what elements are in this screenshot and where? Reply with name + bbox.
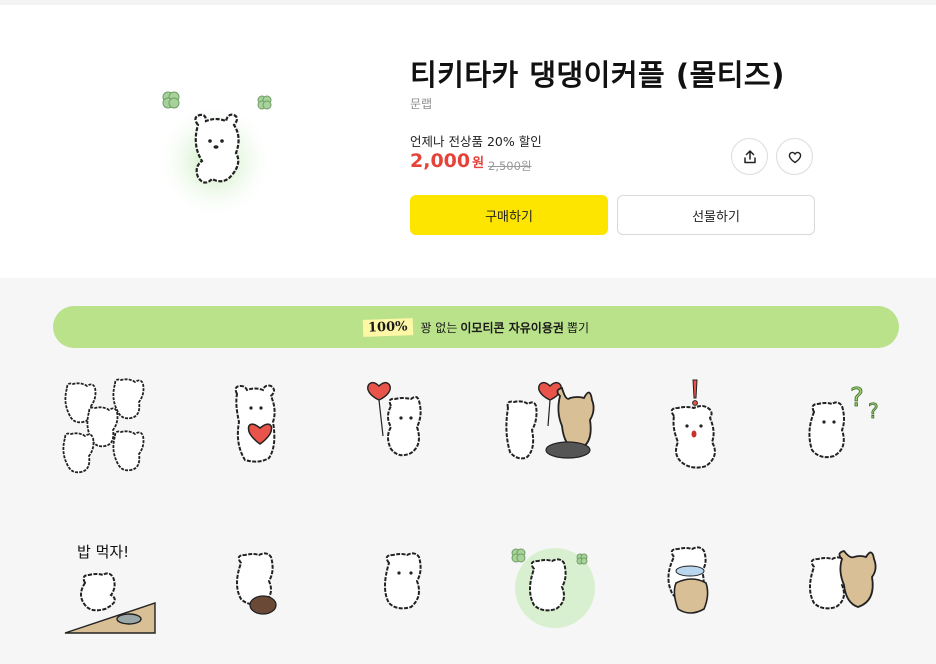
- sale-price-value: 2,000: [410, 150, 471, 172]
- emoticon-item[interactable]: [500, 533, 610, 643]
- dog-balloon-icon: [367, 382, 422, 457]
- product-header: 티키타카 댕댕이커플 (몰티즈) 문랩 언제나 전상품 20% 할인 2,000…: [0, 5, 936, 278]
- dog-shy-icon: [384, 552, 422, 610]
- dog-eating-icon: [236, 552, 277, 615]
- promo-text: 언제나 전상품 20% 할인: [410, 134, 542, 149]
- dog-hug-icon: [667, 546, 709, 614]
- emoticon-item[interactable]: 밥 먹자!: [55, 533, 165, 643]
- dog-surprised-icon: [670, 379, 716, 469]
- share-button[interactable]: [731, 138, 768, 175]
- dog-cuddle-icon: [809, 549, 877, 610]
- dog-clover-icon: [511, 548, 595, 628]
- product-title: 티키타카 댕댕이커플 (몰티즈): [410, 58, 785, 92]
- banner-text-pre: 꽝 없는: [420, 320, 458, 335]
- product-thumbnail: [150, 85, 280, 215]
- banner-text-bold: 이모티콘 자유이용권: [460, 320, 564, 335]
- sale-price: 2,000 원: [410, 150, 484, 172]
- emoticon-item[interactable]: [205, 376, 315, 486]
- brand-name[interactable]: 문랩: [410, 95, 432, 112]
- like-button[interactable]: [776, 138, 813, 175]
- share-icon: [743, 149, 756, 163]
- dog-question-icon: ? ?: [808, 383, 879, 459]
- emoticon-item[interactable]: [640, 376, 750, 486]
- buy-button[interactable]: 구매하기: [410, 195, 608, 235]
- sale-price-unit: 원: [472, 156, 485, 171]
- emoticon-caption: 밥 먹자!: [77, 543, 130, 561]
- emoticon-item[interactable]: [790, 533, 900, 643]
- heart-icon: [788, 151, 801, 163]
- emoticon-preview-section: 100% 꽝 없는 이모티콘 자유이용권 뽑기 ? ? 밥 먹자!: [0, 278, 936, 664]
- dog-couple-icon: [505, 382, 595, 460]
- emoticon-item[interactable]: [55, 376, 165, 486]
- emoticon-item[interactable]: [205, 533, 315, 643]
- emoticon-item[interactable]: [640, 533, 750, 643]
- lottery-banner[interactable]: 100% 꽝 없는 이모티콘 자유이용권 뽑기: [53, 306, 899, 348]
- banner-text-post: 뽑기: [566, 320, 590, 335]
- svg-text:?: ?: [868, 399, 879, 423]
- dog-heart-icon: [234, 384, 276, 463]
- emoticon-item[interactable]: [355, 376, 465, 486]
- emoticon-item[interactable]: [355, 533, 465, 643]
- percent-badge: 100%: [362, 317, 413, 337]
- gift-button[interactable]: 선물하기: [617, 195, 815, 235]
- emoticon-item[interactable]: ? ?: [790, 376, 900, 486]
- svg-text:?: ?: [850, 383, 864, 413]
- emoticon-item[interactable]: [500, 376, 610, 486]
- original-price: 2,500원: [488, 159, 532, 173]
- dog-group-icon: [62, 378, 145, 474]
